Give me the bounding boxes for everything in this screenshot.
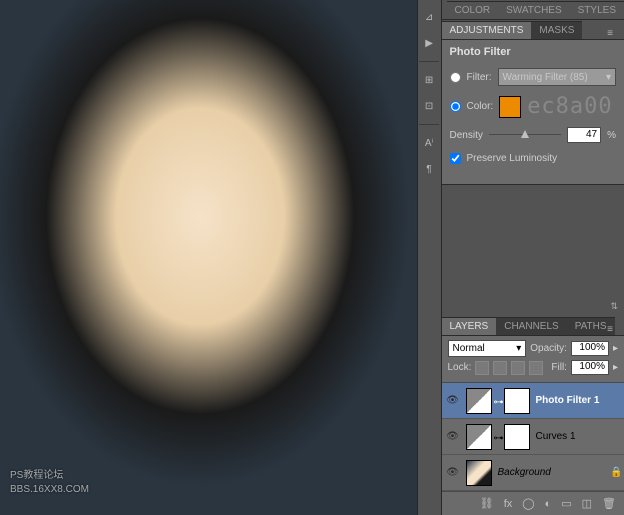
lock-icon: 🔒 — [610, 467, 620, 478]
adjustments-tabbar: ADJUSTMENTS MASKS ≡ — [442, 20, 624, 40]
filter-dropdown[interactable]: Warming Filter (85) ▾ — [498, 68, 617, 86]
fill-value[interactable]: 100% — [571, 360, 609, 375]
filter-radio[interactable] — [450, 72, 461, 83]
right-panels: COLOR SWATCHES STYLES ADJUSTMENTS MASKS … — [442, 0, 624, 515]
blend-mode-value: Normal — [453, 343, 485, 354]
preserve-label: Preserve Luminosity — [467, 153, 558, 164]
tab-swatches[interactable]: SWATCHES — [498, 1, 570, 19]
trash-icon[interactable]: 🗑 — [602, 497, 616, 510]
expand-icon[interactable]: ▶ — [420, 34, 438, 52]
density-row: Density 47 % — [450, 127, 617, 143]
adjustments-panel: Photo Filter Filter: Warming Filter (85)… — [442, 40, 624, 184]
tab-channels[interactable]: CHANNELS — [496, 317, 566, 335]
layers-list: 👁 ⊶ Photo Filter 1 👁 ⊶ Curves 1 👁 — [442, 383, 624, 491]
mask-thumbnail[interactable] — [504, 424, 530, 450]
lock-label: Lock: — [448, 362, 472, 373]
layer-mask-icon[interactable]: ◯ — [522, 497, 534, 510]
color-tabbar: COLOR SWATCHES STYLES — [442, 0, 624, 20]
panel-menu-icon[interactable]: ≡ — [602, 26, 618, 40]
chevron-down-icon: ▾ — [606, 72, 611, 83]
flyout-arrow-icon[interactable]: ⊿ — [420, 8, 438, 26]
density-unit: % — [607, 130, 616, 141]
adjustment-thumbnail[interactable] — [466, 388, 492, 414]
layers-panel: Normal ▾ Opacity: 100% ▸ Lock: Fill: 100… — [442, 336, 624, 515]
panel-menu-icon[interactable]: ≡ — [602, 322, 618, 336]
chevron-down-icon: ▾ — [516, 343, 521, 354]
color-hex-readout: ec8a00 — [527, 94, 612, 119]
chevron-down-icon[interactable]: ▸ — [613, 343, 618, 354]
tab-styles[interactable]: STYLES — [570, 1, 624, 19]
layer-name[interactable]: Photo Filter 1 — [536, 395, 621, 406]
density-slider[interactable] — [489, 128, 561, 142]
density-value[interactable]: 47 — [567, 127, 601, 143]
paragraph-icon[interactable]: ¶ — [420, 160, 438, 178]
navigator-icon[interactable]: ⊡ — [420, 97, 438, 115]
lock-pixels-button[interactable] — [493, 361, 507, 375]
layers-controls: Normal ▾ Opacity: 100% ▸ Lock: Fill: 100… — [442, 336, 624, 383]
filter-value: Warming Filter (85) — [503, 72, 588, 83]
adjustment-layer-icon[interactable]: ◐ — [545, 498, 552, 510]
layers-footer: ⛓ fx ◯ ◐ ▭ ◫ 🗑 — [442, 491, 624, 515]
collapse-arrow-icon[interactable]: ⇅ — [610, 301, 618, 312]
preserve-row: Preserve Luminosity — [450, 153, 617, 164]
layer-name[interactable]: Curves 1 — [536, 431, 621, 442]
layer-name[interactable]: Background — [498, 467, 605, 478]
chevron-down-icon[interactable]: ▸ — [613, 362, 618, 373]
mask-thumbnail[interactable] — [504, 388, 530, 414]
slider-thumb-icon[interactable] — [521, 130, 529, 138]
document-canvas[interactable]: PS教程论坛 BBS.16XX8.COM — [0, 0, 417, 515]
link-icon: ⊶ — [494, 397, 502, 405]
tab-adjustments[interactable]: ADJUSTMENTS — [442, 21, 532, 39]
layers-tabbar: LAYERS CHANNELS PATHS ≡ — [442, 316, 624, 336]
image-content — [0, 0, 417, 515]
filter-row: Filter: Warming Filter (85) ▾ — [450, 68, 617, 86]
lock-all-button[interactable] — [529, 361, 543, 375]
watermark: PS教程论坛 BBS.16XX8.COM — [10, 469, 89, 497]
watermark-line2: BBS.16XX8.COM — [10, 483, 89, 497]
color-swatch[interactable] — [499, 96, 521, 118]
panel-spacer: ⇅ — [442, 184, 624, 316]
vertical-dock: ⊿ ▶ ⊞ ⊡ Aⁱ ¶ — [417, 0, 442, 515]
visibility-eye-icon[interactable]: 👁 — [446, 431, 460, 442]
density-label: Density — [450, 130, 483, 141]
watermark-line1: PS教程论坛 — [10, 469, 89, 483]
visibility-eye-icon[interactable]: 👁 — [446, 395, 460, 406]
character-icon[interactable]: Aⁱ — [420, 134, 438, 152]
color-label: Color: — [467, 101, 494, 112]
separator — [419, 124, 439, 125]
adjustment-thumbnail[interactable] — [466, 424, 492, 450]
blend-mode-dropdown[interactable]: Normal ▾ — [448, 340, 527, 357]
color-row: Color: ec8a00 — [450, 94, 617, 119]
lock-position-button[interactable] — [511, 361, 525, 375]
filter-label: Filter: — [467, 72, 492, 83]
panel-title: Photo Filter — [450, 46, 617, 58]
tab-masks[interactable]: MASKS — [531, 21, 582, 39]
tab-layers[interactable]: LAYERS — [442, 317, 497, 335]
link-icon: ⊶ — [494, 433, 502, 441]
fill-label: Fill: — [551, 362, 567, 373]
layer-style-icon[interactable]: fx — [504, 498, 513, 510]
preserve-luminosity-checkbox[interactable] — [450, 153, 461, 164]
layer-row[interactable]: 👁 Background 🔒 — [442, 455, 624, 491]
lock-transparency-button[interactable] — [475, 361, 489, 375]
opacity-label: Opacity: — [530, 343, 567, 354]
group-icon[interactable]: ▭ — [561, 497, 571, 510]
link-layers-icon[interactable]: ⛓ — [480, 497, 494, 510]
color-radio[interactable] — [450, 101, 461, 112]
tab-color[interactable]: COLOR — [447, 1, 499, 19]
separator — [419, 61, 439, 62]
layer-row[interactable]: 👁 ⊶ Curves 1 — [442, 419, 624, 455]
layer-row[interactable]: 👁 ⊶ Photo Filter 1 — [442, 383, 624, 419]
new-layer-icon[interactable]: ◫ — [582, 497, 592, 510]
layer-thumbnail[interactable] — [466, 460, 492, 486]
opacity-value[interactable]: 100% — [571, 341, 609, 356]
visibility-eye-icon[interactable]: 👁 — [446, 467, 460, 478]
histogram-icon[interactable]: ⊞ — [420, 71, 438, 89]
